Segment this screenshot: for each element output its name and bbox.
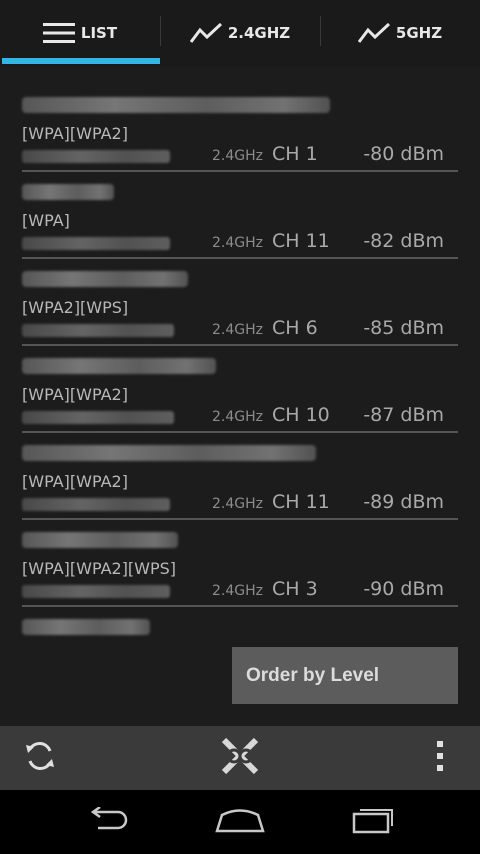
security-label: [WPA2][WPS]	[22, 298, 129, 317]
level-label: -89 dBm	[363, 491, 444, 513]
app-logo-button[interactable]	[200, 726, 280, 790]
ssid-redacted	[22, 97, 330, 113]
tab-bar: LIST 2.4GHZ 5GHZ	[0, 0, 480, 66]
recents-button[interactable]	[314, 790, 434, 854]
line-chart-icon	[189, 22, 222, 44]
app-logo-icon	[220, 736, 260, 780]
security-label: [WPA][WPA2]	[22, 124, 128, 143]
mac-redacted	[22, 585, 170, 598]
level-label: -82 dBm	[363, 230, 444, 252]
list-item[interactable]: [WPA] 2.4GHz CH 11 -82 dBm	[0, 180, 480, 267]
menu-icon	[42, 22, 75, 44]
divider	[22, 344, 458, 346]
ssid-redacted	[22, 532, 178, 548]
divider	[22, 518, 458, 520]
list-item[interactable]: [WPA][WPA2][WPS] 2.4GHz CH 3 -90 dBm	[0, 528, 480, 615]
band-label: 2.4GHz	[212, 235, 263, 251]
network-list: [WPA][WPA2] 2.4GHz CH 1 -80 dBm [WPA] 2.…	[0, 66, 480, 726]
action-bar	[0, 726, 480, 790]
back-button[interactable]	[46, 790, 166, 854]
band-label: 2.4GHz	[212, 583, 263, 599]
navigation-bar	[0, 790, 480, 854]
level-label: -87 dBm	[363, 404, 444, 426]
divider	[22, 431, 458, 433]
level-label: -80 dBm	[363, 143, 444, 165]
band-label: 2.4GHz	[212, 322, 263, 338]
channel-label: CH 10	[272, 404, 330, 426]
tab-label: 2.4GHZ	[227, 24, 291, 42]
mac-redacted	[22, 411, 174, 424]
security-label: [WPA]	[22, 211, 70, 230]
back-icon	[82, 805, 130, 837]
tab-label: LIST	[80, 24, 118, 42]
tab-list[interactable]: LIST	[0, 0, 160, 66]
channel-label: CH 1	[272, 143, 318, 165]
order-by-level-button[interactable]: Order by Level	[232, 647, 458, 704]
security-label: [WPA][WPA2]	[22, 385, 128, 404]
band-label: 2.4GHz	[212, 409, 263, 425]
home-button[interactable]	[180, 790, 300, 854]
channel-label: CH 11	[272, 230, 330, 252]
refresh-icon	[23, 739, 57, 777]
list-item[interactable]: [WPA2][WPS] 2.4GHz CH 6 -85 dBm	[0, 267, 480, 354]
home-icon	[214, 807, 266, 837]
level-label: -90 dBm	[363, 578, 444, 600]
ssid-redacted	[22, 619, 150, 635]
mac-redacted	[22, 324, 174, 337]
tab-label: 5GHZ	[395, 24, 443, 42]
mac-redacted	[22, 498, 170, 511]
ssid-redacted	[22, 271, 188, 287]
band-label: 2.4GHz	[212, 148, 263, 164]
list-item[interactable]: [WPA][WPA2] 2.4GHz CH 10 -87 dBm	[0, 354, 480, 441]
level-label: -85 dBm	[363, 317, 444, 339]
security-label: [WPA][WPA2][WPS]	[22, 559, 177, 578]
tab-2-4ghz[interactable]: 2.4GHZ	[160, 0, 320, 66]
overflow-menu-icon	[436, 740, 444, 776]
refresh-button[interactable]	[0, 726, 80, 790]
band-label: 2.4GHz	[212, 496, 263, 512]
list-item[interactable]: [WPA][WPA2] 2.4GHz CH 11 -89 dBm	[0, 441, 480, 528]
channel-label: CH 11	[272, 491, 330, 513]
divider	[22, 605, 458, 607]
recents-icon	[350, 806, 398, 838]
mac-redacted	[22, 237, 170, 250]
line-chart-icon	[357, 22, 390, 44]
channel-label: CH 6	[272, 317, 318, 339]
list-item[interactable]: [WPA][WPA2] 2.4GHz CH 1 -80 dBm	[0, 93, 480, 180]
ssid-redacted	[22, 184, 114, 200]
tab-5ghz[interactable]: 5GHZ	[320, 0, 480, 66]
divider	[22, 257, 458, 259]
overflow-menu-button[interactable]	[420, 726, 460, 790]
ssid-redacted	[22, 358, 216, 374]
mac-redacted	[22, 150, 170, 163]
channel-label: CH 3	[272, 578, 318, 600]
ssid-redacted	[22, 445, 316, 461]
security-label: [WPA][WPA2]	[22, 472, 128, 491]
divider	[22, 170, 458, 172]
